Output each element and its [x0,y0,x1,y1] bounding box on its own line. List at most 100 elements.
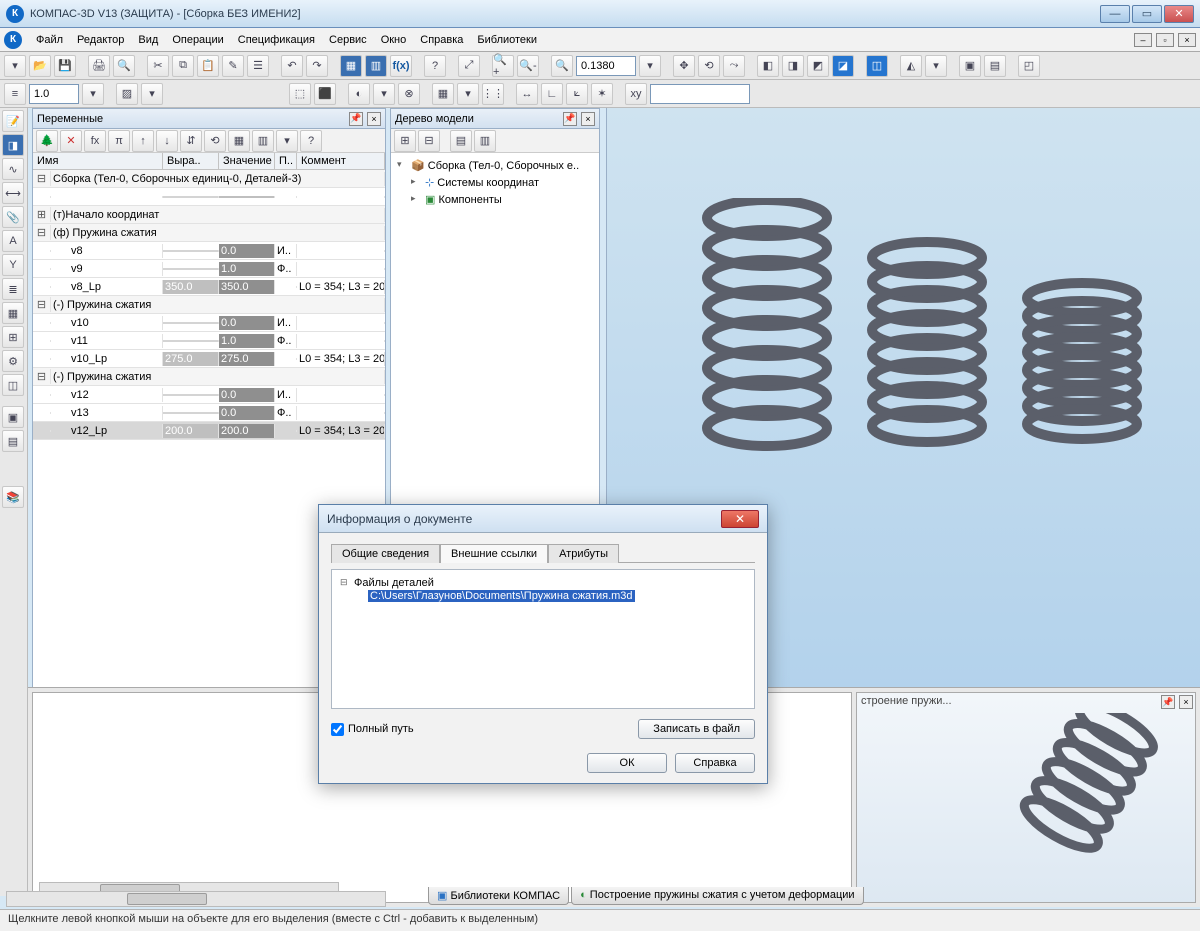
ls-cube-icon[interactable]: ◨ [2,134,24,156]
col-p[interactable]: П.. [275,153,297,169]
full-path-checkbox[interactable]: Полный путь [331,723,414,736]
sk1-icon[interactable]: ⬚ [289,83,311,105]
grid-dd-icon[interactable]: ▾ [457,83,479,105]
vt-opt-icon[interactable]: ▾ [276,130,298,152]
cube3-icon[interactable]: ◩ [807,55,829,77]
tree-root[interactable]: 📦 Сборка (Тел-0, Сборочных е.. [397,157,593,174]
col-expr[interactable]: Выра.. [163,153,219,169]
save-icon[interactable]: 💾 [54,55,76,77]
zoom-fit-icon[interactable]: ⤢ [458,55,480,77]
menu-help[interactable]: Справка [414,32,469,48]
tree-pin-icon[interactable]: 📌 [563,112,577,126]
zoom-sel-icon[interactable]: 🔍 [551,55,573,77]
extra1-icon[interactable]: ▣ [959,55,981,77]
coord-input[interactable] [650,84,750,104]
ls-edit-icon[interactable]: 📝 [2,110,24,132]
ls-tree-icon[interactable]: ⊞ [2,326,24,348]
preview-icon[interactable]: 🔍 [113,55,135,77]
coord-icon[interactable]: xy [625,83,647,105]
zoom-in-icon[interactable]: 🔍+ [492,55,514,77]
ls-line-icon[interactable]: ∿ [2,158,24,180]
ls-asm-icon[interactable]: ▤ [2,430,24,452]
lw-dd-icon[interactable]: ▾ [82,83,104,105]
axis-icon[interactable]: ⤳ [723,55,745,77]
tab-libraries[interactable]: ▣ Библиотеки КОМПАС [428,887,569,905]
extra3-icon[interactable]: ◰ [1018,55,1040,77]
persp-icon[interactable]: ◫ [866,55,888,77]
ls-lib-icon[interactable]: 📚 [2,486,24,508]
vt-tree-icon[interactable]: 🌲 [36,130,58,152]
props-icon[interactable]: ☰ [247,55,269,77]
cube1-icon[interactable]: ◧ [757,55,779,77]
ls-list-icon[interactable]: ≣ [2,278,24,300]
menu-editor[interactable]: Редактор [71,32,130,48]
tree-item-components[interactable]: ▣ Компоненты [411,191,593,208]
help-icon[interactable]: ? [424,55,446,77]
dim1-icon[interactable]: ↔ [516,83,538,105]
cube2-icon[interactable]: ◨ [782,55,804,77]
panel-close-icon[interactable]: × [367,112,381,126]
undo-icon[interactable]: ↶ [281,55,303,77]
new-icon[interactable]: ▾ [4,55,26,77]
ls-plane-icon[interactable]: ◫ [2,374,24,396]
vt-fx-icon[interactable]: fx [84,130,106,152]
minimize-button[interactable]: — [1100,5,1130,23]
zoom-input[interactable] [576,56,636,76]
zoom-out-icon[interactable]: 🔍- [517,55,539,77]
menu-window[interactable]: Окно [375,32,413,48]
col-comment[interactable]: Коммент [297,153,385,169]
ls-attach-icon[interactable]: 📎 [2,206,24,228]
copy-icon[interactable]: ⧉ [172,55,194,77]
menu-service[interactable]: Сервис [323,32,373,48]
dim2-icon[interactable]: ∟ [541,83,563,105]
pan-icon[interactable]: ✥ [673,55,695,77]
dim3-icon[interactable]: ⟀ [566,83,588,105]
fx-icon[interactable]: f(x) [390,55,412,77]
vt-up-icon[interactable]: ↑ [132,130,154,152]
lineweight-input[interactable] [29,84,79,104]
cut-icon[interactable]: ✂ [147,55,169,77]
ok-button[interactable]: ОК [587,753,667,773]
paste-icon[interactable]: 📋 [197,55,219,77]
zoom-dd-icon[interactable]: ▾ [639,55,661,77]
col-name[interactable]: Имя [33,153,163,169]
tt-view2-icon[interactable]: ⊟ [418,130,440,152]
ls-part-icon[interactable]: ▣ [2,406,24,428]
vt-pi-icon[interactable]: π [108,130,130,152]
tree-item-coords[interactable]: ⊹ Системы координат [411,174,593,191]
ls-grid-icon[interactable]: ▦ [2,302,24,324]
mdi-close[interactable]: × [1178,33,1196,47]
menu-libraries[interactable]: Библиотеки [471,32,543,48]
open-icon[interactable]: 📂 [29,55,51,77]
vt-del-icon[interactable]: ✕ [60,130,82,152]
hatch-dd-icon[interactable]: ▾ [141,83,163,105]
tt-view1-icon[interactable]: ⊞ [394,130,416,152]
col-value[interactable]: Значение [219,153,275,169]
tt-view3-icon[interactable]: ▤ [450,130,472,152]
extra2-icon[interactable]: ▤ [984,55,1006,77]
ls-dim-icon[interactable]: ⟷ [2,182,24,204]
dlg-tab-attrs[interactable]: Атрибуты [548,544,619,563]
vt-grid-icon[interactable]: ▦ [228,130,250,152]
mode2-icon[interactable]: ▥ [365,55,387,77]
close-button[interactable]: ✕ [1164,5,1194,23]
help-button[interactable]: Справка [675,753,755,773]
tt-view4-icon[interactable]: ▥ [474,130,496,152]
section-icon[interactable]: ◭ [900,55,922,77]
tree-close-icon[interactable]: × [581,112,595,126]
dlg-tab-general[interactable]: Общие сведения [331,544,440,563]
tab-spring-build[interactable]: ◐ Построение пружины сжатия с учетом деф… [571,887,863,905]
print-icon[interactable]: 🖨 [88,55,110,77]
sk3-icon[interactable]: ◐ [348,83,370,105]
snap-icon[interactable]: ⋮⋮ [482,83,504,105]
mdi-minimize[interactable]: – [1134,33,1152,47]
mode1-icon[interactable]: ▦ [340,55,362,77]
preview-pin-icon[interactable]: 📌 [1161,695,1175,709]
vt-help-icon[interactable]: ? [300,130,322,152]
ls-gear-icon[interactable]: ⚙ [2,350,24,372]
views-dd-icon[interactable]: ▾ [925,55,947,77]
dialog-titlebar[interactable]: Информация о документе ✕ [319,505,767,533]
vt-link-icon[interactable]: ⟲ [204,130,226,152]
brush-icon[interactable]: ✎ [222,55,244,77]
preview-close-icon[interactable]: × [1179,695,1193,709]
